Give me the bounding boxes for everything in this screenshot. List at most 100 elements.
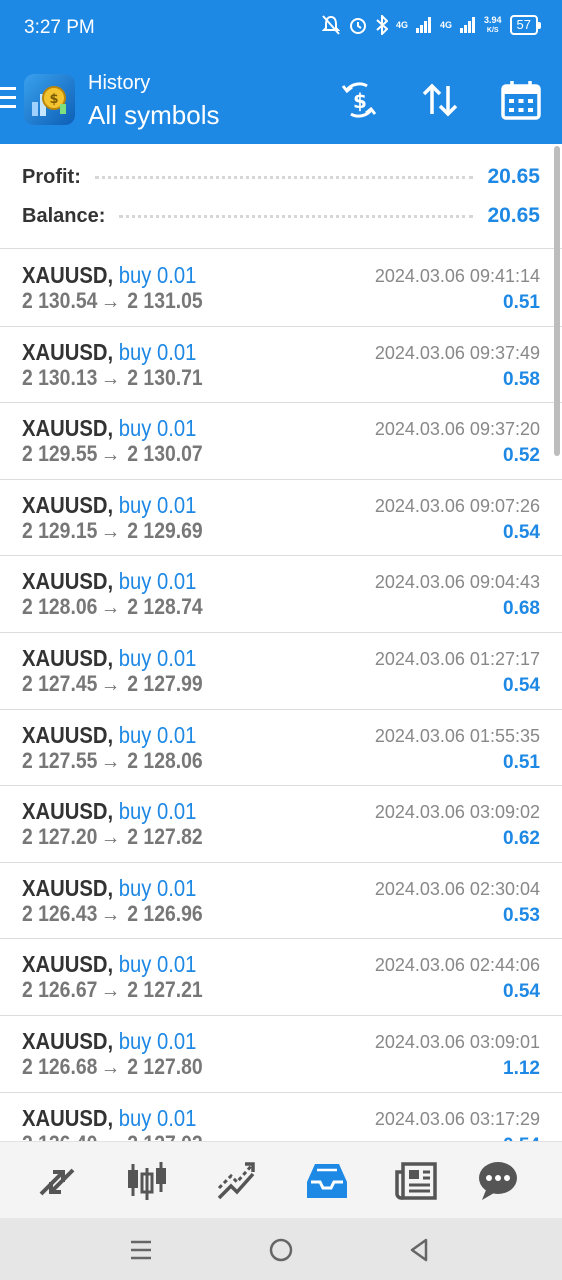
deal-row[interactable]: XAUUSD, buy 0.01 2 129.55 → 2 130.07 2024.03… <box>0 403 562 480</box>
open-price: 2 128.06 <box>22 594 98 620</box>
deal-profit: 0.52 <box>503 445 540 467</box>
price-arrow: → <box>100 517 121 543</box>
deal-symbol: XAUUSD, <box>22 568 114 595</box>
deal-symbol-line: XAUUSD, buy 0.01 <box>22 875 196 902</box>
network-speed-value: 3.94 <box>484 14 502 25</box>
deal-time: 2024.03.06 09:04:43 <box>374 572 540 593</box>
deal-type: buy 0.01 <box>118 874 197 901</box>
open-price: 2 129.55 <box>22 441 98 467</box>
close-price: 2 127.80 <box>127 1053 203 1079</box>
symbol-filter[interactable]: All symbols <box>88 100 219 131</box>
news-icon[interactable] <box>395 1160 439 1202</box>
balance-label: Balance: <box>22 204 106 227</box>
deal-symbol: XAUUSD, <box>22 874 114 901</box>
status-bar: 3:27 PM 4G 4G 3.94 K/S 57 <box>0 0 562 56</box>
deal-row[interactable]: XAUUSD, buy 0.01 2 126.43 → 2 126.96 2024.03… <box>0 863 562 940</box>
price-arrow: → <box>101 1131 120 1141</box>
price-arrow: → <box>100 747 121 773</box>
deal-prices: 2 130.54 → 2 131.05 <box>22 288 203 314</box>
bluetooth-icon <box>376 15 388 35</box>
deal-type: buy 0.01 <box>118 644 197 671</box>
deal-row[interactable]: XAUUSD, buy 0.01 2 127.55 → 2 128.06 2024.03… <box>0 710 562 787</box>
open-price: 2 130.13 <box>22 364 98 390</box>
messages-icon[interactable] <box>476 1160 520 1202</box>
deal-row[interactable]: XAUUSD, buy 0.01 2 130.54 → 2 131.05 2024.03… <box>0 250 562 327</box>
deals-list[interactable]: XAUUSD, buy 0.01 2 130.54 → 2 131.05 2024.03… <box>0 250 562 1141</box>
deal-prices: 2 129.15 → 2 129.69 <box>22 518 203 544</box>
deal-profit: 0.68 <box>503 598 540 620</box>
price-arrow: → <box>100 977 121 1003</box>
deal-row[interactable]: XAUUSD, buy 0.01 2 126.68 → 2 127.80 2024.03… <box>0 1016 562 1093</box>
currency-exchange-icon[interactable]: $ <box>337 78 381 122</box>
open-price: 2 129.15 <box>22 517 98 543</box>
svg-text:$: $ <box>353 89 367 113</box>
sort-icon[interactable] <box>418 78 462 122</box>
deal-time: 2024.03.06 03:09:01 <box>374 1031 540 1052</box>
price-arrow: → <box>100 364 121 390</box>
close-price: 2 127.82 <box>127 824 203 850</box>
deal-symbol: XAUUSD, <box>22 415 114 442</box>
quotes-icon[interactable] <box>35 1160 79 1202</box>
deal-time: 2024.03.06 01:55:35 <box>374 725 540 746</box>
deal-prices: 2 130.13 → 2 130.71 <box>22 365 203 391</box>
close-price: 2 126.96 <box>127 900 203 926</box>
app-logo: $ <box>24 74 75 125</box>
signal-icon-2 <box>460 17 475 33</box>
deal-type: buy 0.01 <box>118 338 197 365</box>
price-arrow: → <box>100 670 121 696</box>
deal-symbol-line: XAUUSD, buy 0.01 <box>22 262 196 289</box>
deal-symbol-line: XAUUSD, buy 0.01 <box>22 492 196 519</box>
deal-profit: 0.54 <box>503 521 540 543</box>
deal-symbol: XAUUSD, <box>22 262 114 288</box>
chart-icon[interactable] <box>125 1160 169 1202</box>
menu-icon[interactable] <box>0 87 16 111</box>
deal-prices: 2 128.06 → 2 128.74 <box>22 594 203 620</box>
app-bar: $ History All symbols $ <box>0 56 562 144</box>
deal-type: buy 0.01 <box>118 951 197 978</box>
deal-time: 2024.03.06 02:44:06 <box>374 955 540 976</box>
deal-time: 2024.03.06 03:09:02 <box>374 802 540 823</box>
deal-prices: 2 126.68 → 2 127.80 <box>22 1054 203 1080</box>
deal-row[interactable]: XAUUSD, buy 0.01 2 127.45 → 2 127.99 2024.03… <box>0 633 562 710</box>
status-icons: 4G 4G 3.94 K/S 57 <box>321 14 542 35</box>
deal-symbol: XAUUSD, <box>22 644 114 671</box>
deal-symbol-line: XAUUSD, buy 0.01 <box>22 798 196 825</box>
deal-profit: 0.54 <box>503 981 540 1003</box>
deal-symbol-line: XAUUSD, buy 0.01 <box>22 645 196 672</box>
calendar-icon[interactable] <box>499 78 543 122</box>
balance-row: Balance: 20.65 <box>22 201 540 231</box>
close-price: 2 131.05 <box>127 288 203 313</box>
open-price: 2 127.55 <box>22 747 98 773</box>
dotted-leader <box>119 214 474 218</box>
deal-row[interactable]: XAUUSD, buy 0.01 2 130.13 → 2 130.71 2024.03… <box>0 327 562 404</box>
deal-symbol: XAUUSD, <box>22 1027 114 1054</box>
close-price: 2 127.02 <box>127 1131 202 1141</box>
deal-row[interactable]: XAUUSD, buy 0.01 2 128.06 → 2 128.74 2024.03… <box>0 556 562 633</box>
deal-row[interactable]: XAUUSD, buy 0.012 126.40→2 127.022024.03… <box>0 1093 562 1141</box>
deal-time: 2024.03.06 01:27:17 <box>374 648 540 669</box>
deal-prices: 2 126.40 → 2 127.02 <box>22 1131 203 1141</box>
scrollbar[interactable] <box>554 146 560 456</box>
close-price: 2 129.69 <box>127 517 203 543</box>
recents-button[interactable] <box>127 1236 155 1264</box>
deal-row[interactable]: XAUUSD, buy 0.01 2 127.20 → 2 127.82 2024.03… <box>0 786 562 863</box>
trade-icon[interactable] <box>215 1160 259 1202</box>
deal-time: 2024.03.06 03:17:29 <box>374 1108 540 1129</box>
back-button[interactable] <box>406 1236 434 1264</box>
profit-value: 20.65 <box>487 165 540 188</box>
balance-value: 20.65 <box>487 204 540 227</box>
deal-row[interactable]: XAUUSD, buy 0.01 2 129.15 → 2 129.69 2024.03… <box>0 480 562 557</box>
open-price: 2 126.67 <box>22 977 98 1003</box>
deal-time: 2024.03.06 09:37:20 <box>374 419 540 440</box>
home-button[interactable] <box>267 1236 295 1264</box>
deal-row[interactable]: XAUUSD, buy 0.01 2 126.67 → 2 127.21 2024.03… <box>0 939 562 1016</box>
deal-time: 2024.03.06 09:07:26 <box>374 495 540 516</box>
close-price: 2 128.74 <box>127 594 203 620</box>
deal-profit: 0.62 <box>503 828 540 850</box>
screen-title: History <box>88 72 151 94</box>
open-price: 2 126.68 <box>22 1053 98 1079</box>
svg-text:$: $ <box>49 92 58 107</box>
history-icon[interactable] <box>305 1160 349 1202</box>
mute-icon <box>321 15 340 35</box>
deal-time: 2024.03.06 02:30:04 <box>374 878 540 899</box>
